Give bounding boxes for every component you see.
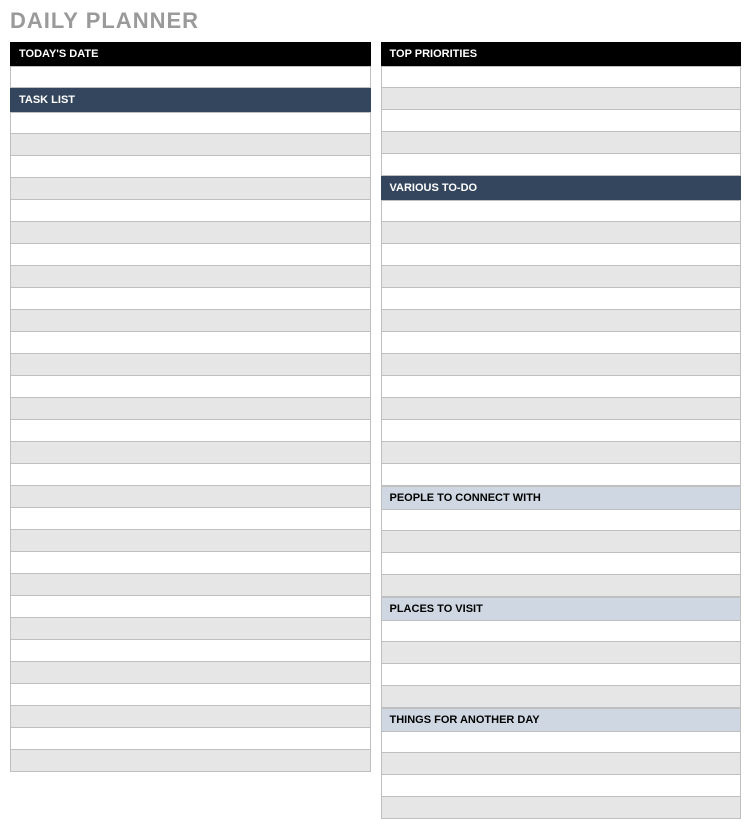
people-row[interactable] — [381, 553, 742, 575]
date-row[interactable] — [10, 66, 371, 88]
page-title: DAILY PLANNER — [10, 8, 741, 34]
various-todo-header: VARIOUS TO-DO — [381, 176, 742, 200]
people-row[interactable] — [381, 531, 742, 553]
places-row[interactable] — [381, 642, 742, 664]
task-row[interactable] — [10, 684, 371, 706]
various-row[interactable] — [381, 200, 742, 222]
task-row[interactable] — [10, 376, 371, 398]
various-row[interactable] — [381, 442, 742, 464]
planner-columns: TODAY'S DATE TASK LIST TOP — [10, 42, 741, 819]
todays-date-header: TODAY'S DATE — [10, 42, 371, 66]
task-row[interactable] — [10, 706, 371, 728]
priority-row[interactable] — [381, 110, 742, 132]
task-row[interactable] — [10, 112, 371, 134]
task-row[interactable] — [10, 618, 371, 640]
task-row[interactable] — [10, 640, 371, 662]
things-another-day-header: THINGS FOR ANOTHER DAY — [381, 708, 742, 731]
things-row[interactable] — [381, 731, 742, 753]
various-row[interactable] — [381, 288, 742, 310]
task-row[interactable] — [10, 156, 371, 178]
various-row[interactable] — [381, 464, 742, 486]
task-row[interactable] — [10, 134, 371, 156]
various-row[interactable] — [381, 244, 742, 266]
places-row[interactable] — [381, 686, 742, 708]
right-column: TOP PRIORITIES VARIOUS TO-DO PEOPLE TO C… — [381, 42, 742, 819]
people-row[interactable] — [381, 509, 742, 531]
task-row[interactable] — [10, 728, 371, 750]
priority-row[interactable] — [381, 66, 742, 88]
priority-row[interactable] — [381, 88, 742, 110]
priority-row[interactable] — [381, 154, 742, 176]
things-row[interactable] — [381, 775, 742, 797]
task-row[interactable] — [10, 332, 371, 354]
various-row[interactable] — [381, 222, 742, 244]
places-visit-header: PLACES TO VISIT — [381, 597, 742, 620]
task-row[interactable] — [10, 200, 371, 222]
places-row[interactable] — [381, 620, 742, 642]
task-row[interactable] — [10, 662, 371, 684]
left-column: TODAY'S DATE TASK LIST — [10, 42, 371, 819]
priority-row[interactable] — [381, 132, 742, 154]
task-row[interactable] — [10, 288, 371, 310]
task-row[interactable] — [10, 266, 371, 288]
task-row[interactable] — [10, 596, 371, 618]
task-row[interactable] — [10, 486, 371, 508]
task-row[interactable] — [10, 420, 371, 442]
task-row[interactable] — [10, 310, 371, 332]
task-list-header: TASK LIST — [10, 88, 371, 112]
task-row[interactable] — [10, 398, 371, 420]
task-row[interactable] — [10, 574, 371, 596]
task-row[interactable] — [10, 222, 371, 244]
task-row[interactable] — [10, 354, 371, 376]
task-row[interactable] — [10, 552, 371, 574]
task-row[interactable] — [10, 508, 371, 530]
various-row[interactable] — [381, 310, 742, 332]
various-row[interactable] — [381, 398, 742, 420]
top-priorities-header: TOP PRIORITIES — [381, 42, 742, 66]
various-row[interactable] — [381, 376, 742, 398]
people-connect-header: PEOPLE TO CONNECT WITH — [381, 486, 742, 509]
task-row[interactable] — [10, 442, 371, 464]
various-row[interactable] — [381, 332, 742, 354]
task-row[interactable] — [10, 750, 371, 772]
task-row[interactable] — [10, 244, 371, 266]
places-row[interactable] — [381, 664, 742, 686]
various-row[interactable] — [381, 266, 742, 288]
task-row[interactable] — [10, 530, 371, 552]
things-row[interactable] — [381, 797, 742, 819]
task-row[interactable] — [10, 464, 371, 486]
task-row[interactable] — [10, 178, 371, 200]
various-row[interactable] — [381, 420, 742, 442]
things-row[interactable] — [381, 753, 742, 775]
various-row[interactable] — [381, 354, 742, 376]
people-row[interactable] — [381, 575, 742, 597]
